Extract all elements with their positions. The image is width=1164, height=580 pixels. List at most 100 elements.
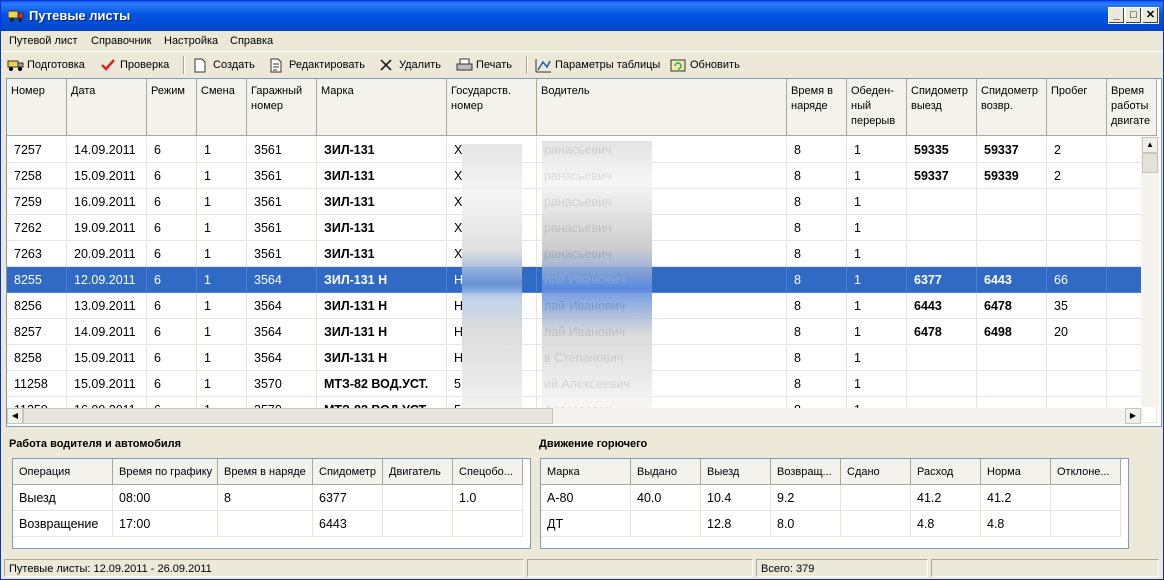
- column-header[interactable]: Спидометр возвр.: [977, 79, 1047, 136]
- status-extra: [931, 559, 1159, 577]
- scroll-thumb-horizontal[interactable]: [23, 408, 553, 424]
- table-cell[interactable]: [218, 511, 313, 537]
- table-cell[interactable]: 12.8: [701, 511, 771, 537]
- column-header[interactable]: Спидометр выезд: [907, 79, 977, 136]
- minimize-button[interactable]: _: [1108, 7, 1125, 24]
- column-header[interactable]: Государств. номер: [447, 79, 537, 136]
- table-cell[interactable]: 9.2: [771, 485, 841, 511]
- table-cell: 66: [1047, 267, 1107, 293]
- column-header[interactable]: Расход: [911, 459, 981, 485]
- column-header[interactable]: Отклоне...: [1051, 459, 1121, 485]
- table-cell: 1: [847, 319, 907, 345]
- status-bar: Путевые листы: 12.09.2011 - 26.09.2011 В…: [1, 557, 1163, 578]
- table-cell: ЗИЛ-131 Н: [317, 267, 447, 293]
- column-header[interactable]: Обеден-ный перерыв: [847, 79, 907, 136]
- table-cell: 8: [787, 215, 847, 241]
- menu-waybill[interactable]: Путевой лист: [9, 35, 78, 47]
- table-cell[interactable]: Выезд: [13, 485, 113, 511]
- column-header[interactable]: Время работы двигате: [1107, 79, 1157, 136]
- close-button[interactable]: ✕: [1142, 7, 1159, 24]
- create-button[interactable]: Создать: [193, 57, 255, 73]
- table-cell: 59339: [977, 163, 1047, 189]
- table-cell[interactable]: Возвращение: [13, 511, 113, 537]
- horizontal-scrollbar[interactable]: ◀ ▶: [7, 408, 1143, 424]
- scroll-right-icon[interactable]: ▶: [1125, 408, 1141, 424]
- column-header[interactable]: Спецобо...: [453, 459, 523, 485]
- table-cell[interactable]: 41.2: [981, 485, 1051, 511]
- menu-help[interactable]: Справка: [230, 35, 273, 47]
- scroll-left-icon[interactable]: ◀: [7, 408, 23, 424]
- table-cell[interactable]: 8: [218, 485, 313, 511]
- table-cell[interactable]: [841, 511, 911, 537]
- table-cell[interactable]: [1051, 485, 1121, 511]
- table-cell[interactable]: 1.0: [453, 485, 523, 511]
- table-cell[interactable]: 10.4: [701, 485, 771, 511]
- table-cell: 20.09.2011: [67, 241, 147, 267]
- column-header[interactable]: Время в наряде: [218, 459, 313, 485]
- table-cell[interactable]: 6443: [313, 511, 383, 537]
- table-cell[interactable]: 6377: [313, 485, 383, 511]
- column-header[interactable]: Двигатель: [383, 459, 453, 485]
- maximize-button[interactable]: □: [1125, 7, 1142, 24]
- title-bar[interactable]: Путевые листы _ □ ✕: [1, 1, 1163, 31]
- window-title: Путевые листы: [29, 8, 131, 23]
- table-cell[interactable]: 17:00: [113, 511, 218, 537]
- table-cell[interactable]: 4.8: [911, 511, 981, 537]
- delete-button[interactable]: Удалить: [379, 57, 441, 73]
- table-cell: [1047, 189, 1107, 215]
- column-header[interactable]: Марка: [317, 79, 447, 136]
- table-cell[interactable]: 08:00: [113, 485, 218, 511]
- table-cell[interactable]: [383, 485, 453, 511]
- column-header[interactable]: Сдано: [841, 459, 911, 485]
- table-cell: 7257: [7, 137, 67, 163]
- column-header[interactable]: Выдано: [631, 459, 701, 485]
- menu-reference[interactable]: Справочник: [91, 35, 152, 47]
- table-cell[interactable]: [841, 485, 911, 511]
- table-cell[interactable]: [453, 511, 523, 537]
- table-cell[interactable]: 41.2: [911, 485, 981, 511]
- table-cell[interactable]: ДТ: [541, 511, 631, 537]
- column-header[interactable]: Номер: [7, 79, 67, 136]
- column-header[interactable]: Смена: [197, 79, 247, 136]
- table-cell[interactable]: 4.8: [981, 511, 1051, 537]
- table-cell[interactable]: [1051, 511, 1121, 537]
- table-cell: 8: [787, 371, 847, 397]
- column-header[interactable]: Время по графику: [113, 459, 218, 485]
- column-header[interactable]: Марка: [541, 459, 631, 485]
- table-cell[interactable]: А-80: [541, 485, 631, 511]
- refresh-button[interactable]: Обновить: [670, 57, 740, 73]
- table-cell: 20: [1047, 319, 1107, 345]
- new-document-icon: [194, 58, 206, 73]
- refresh-icon: [670, 59, 686, 72]
- column-header[interactable]: Режим: [147, 79, 197, 136]
- column-header[interactable]: Гаражный номер: [247, 79, 317, 136]
- column-header[interactable]: Спидометр: [313, 459, 383, 485]
- table-cell[interactable]: [383, 511, 453, 537]
- edit-button[interactable]: Редактировать: [269, 57, 365, 73]
- column-header[interactable]: Возвращ...: [771, 459, 841, 485]
- table-cell: 3561: [247, 215, 317, 241]
- table-cell: 3561: [247, 189, 317, 215]
- scroll-up-icon[interactable]: ▲: [1142, 137, 1158, 153]
- column-header[interactable]: Выезд: [701, 459, 771, 485]
- column-header[interactable]: Норма: [981, 459, 1051, 485]
- scroll-thumb[interactable]: [1142, 153, 1158, 173]
- column-header[interactable]: Дата: [67, 79, 147, 136]
- waybill-table[interactable]: Номер Дата Режим Смена Гаражный номер Марка Го…: [6, 78, 1162, 427]
- vertical-scrollbar[interactable]: ▲: [1141, 137, 1159, 407]
- column-header[interactable]: Пробег: [1047, 79, 1107, 136]
- check-button[interactable]: Проверка: [100, 57, 169, 73]
- table-cell: 3570: [247, 371, 317, 397]
- table-cell[interactable]: [631, 511, 701, 537]
- prepare-button[interactable]: Подготовка: [7, 57, 85, 73]
- table-params-button[interactable]: Параметры таблицы: [535, 57, 660, 73]
- column-header[interactable]: Операция: [13, 459, 113, 485]
- table-cell[interactable]: 40.0: [631, 485, 701, 511]
- table-cell[interactable]: 8.0: [771, 511, 841, 537]
- print-button[interactable]: Печать: [456, 57, 512, 73]
- fuel-table[interactable]: Марка Выдано Выезд Возвращ... Сдано Расход Нор…: [540, 458, 1129, 549]
- column-header[interactable]: Водитель: [537, 79, 787, 136]
- work-table[interactable]: Операция Время по графику Время в наряде Сп…: [12, 458, 531, 549]
- menu-settings[interactable]: Настройка: [164, 35, 218, 47]
- column-header[interactable]: Время в наряде: [787, 79, 847, 136]
